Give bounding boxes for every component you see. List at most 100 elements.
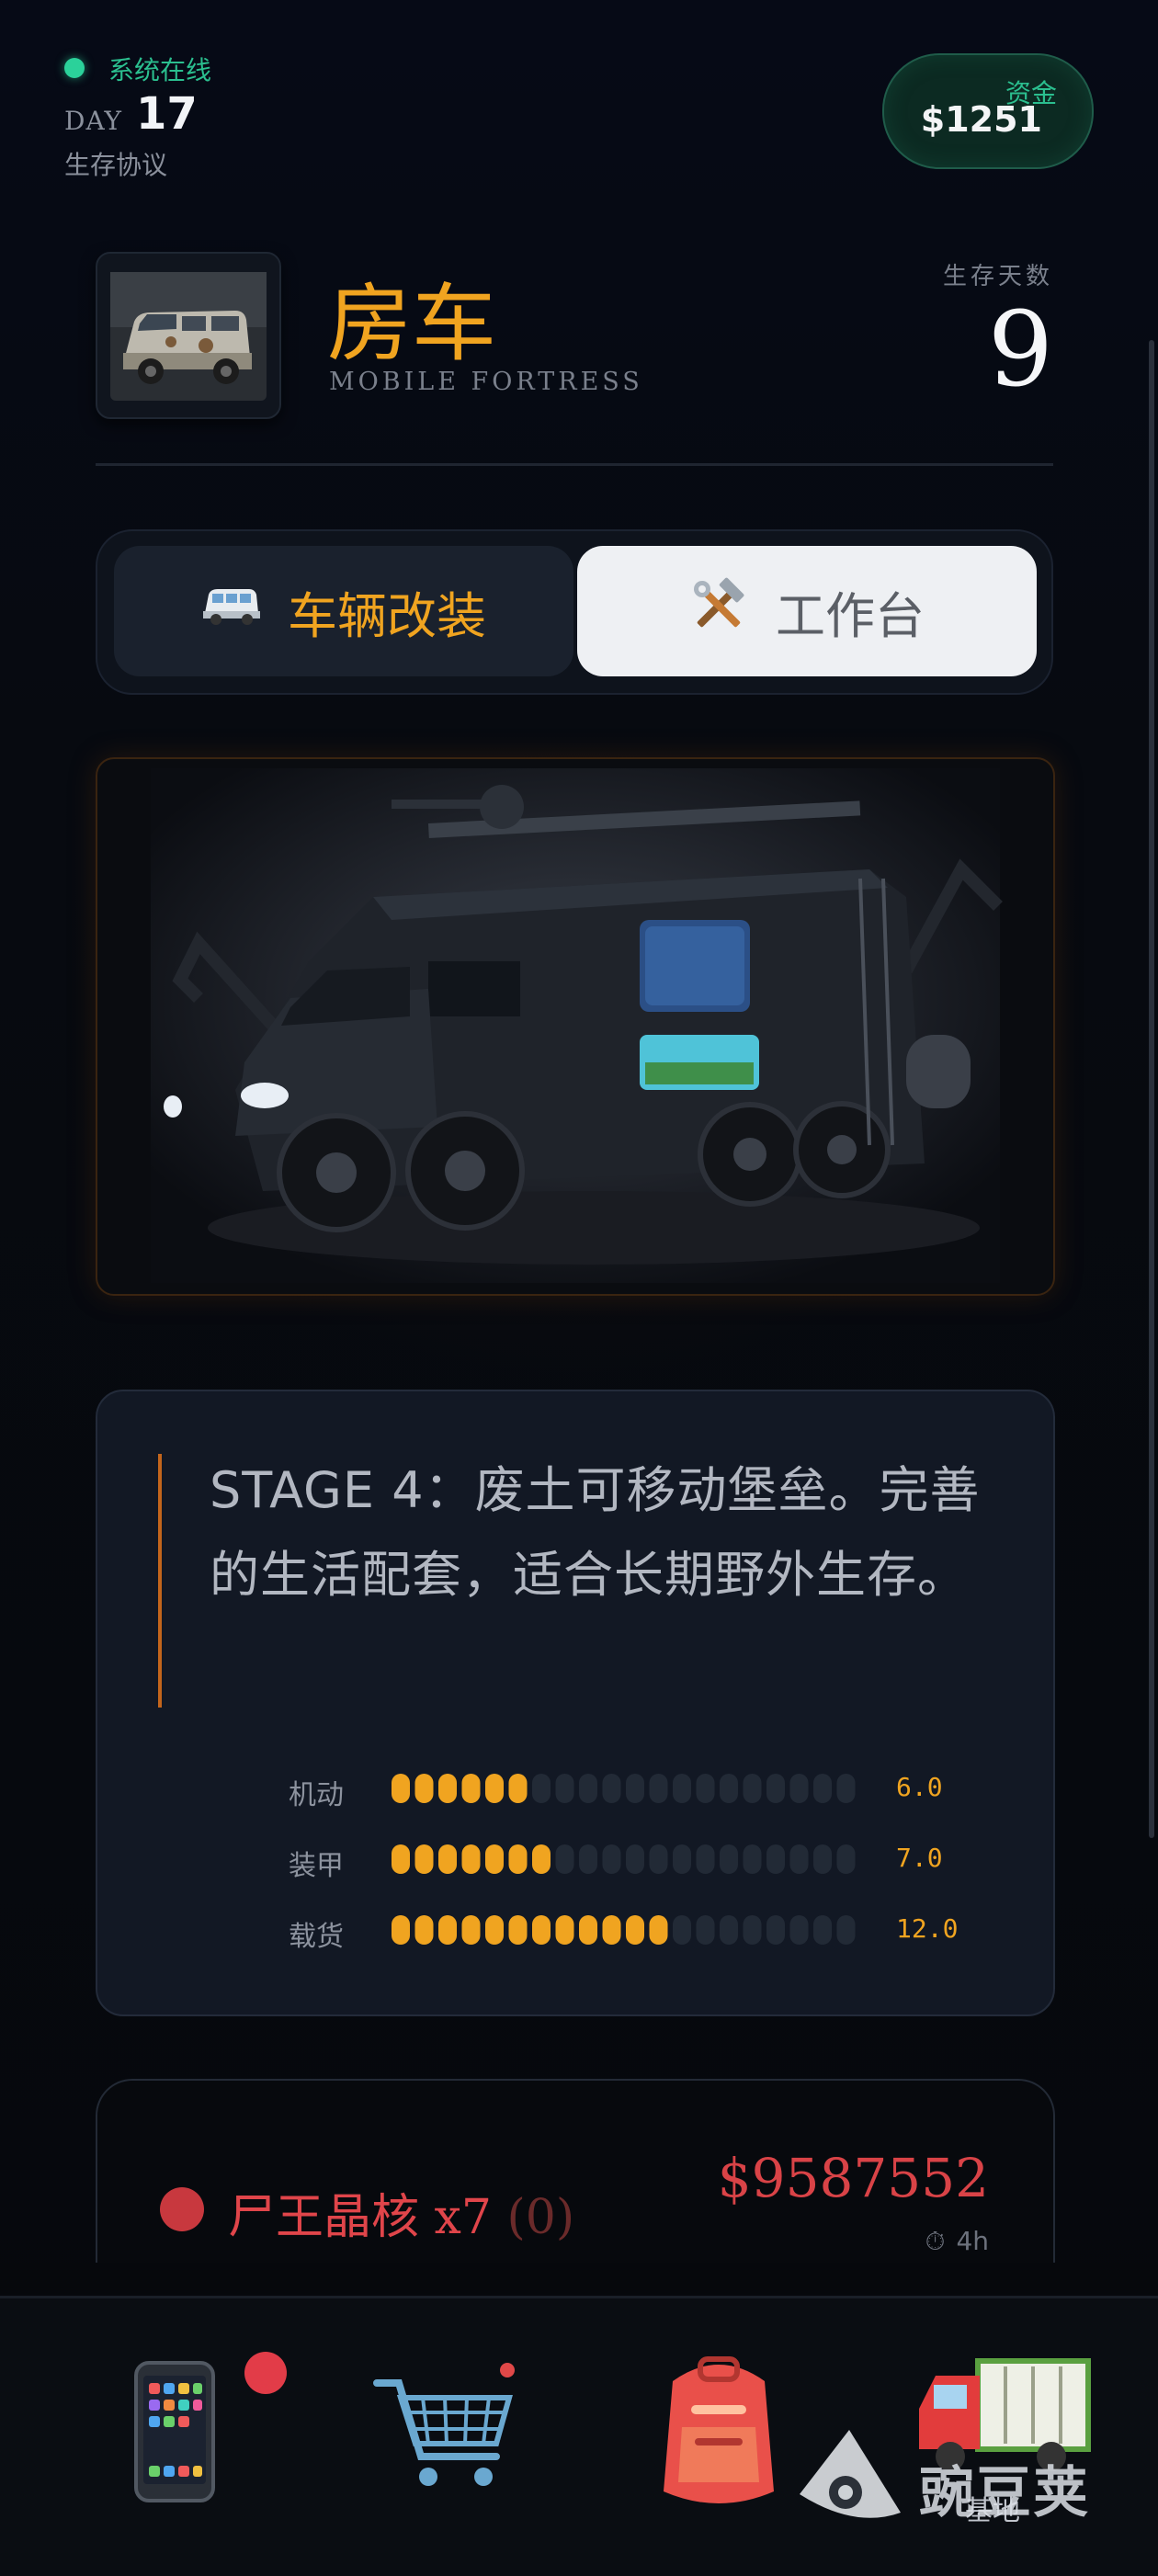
stat-segment-empty [836,1774,856,1803]
quote-accent-bar [158,1454,162,1708]
stat-segment-empty [720,1774,738,1803]
stat-label-armor: 装甲 [289,1850,344,1882]
day-label: DAY [64,106,123,136]
tab-workbench[interactable]: 工作台 [577,546,1037,676]
tab-vehicle-mod[interactable]: 车辆改装 [114,546,573,676]
stat-segment-filled [438,1774,457,1803]
stat-segment-filled [461,1915,481,1945]
stat-segment-filled [485,1844,504,1874]
stat-segment-filled [532,1844,551,1874]
vehicle-subtitle: MOBILE FORTRESS [329,368,643,396]
stat-value-cargo: 12.0 [896,1913,959,1944]
stat-segment-filled [392,1774,410,1803]
stat-segment-empty [743,1774,762,1803]
bounty-status-dot [160,2187,204,2231]
stat-segment-empty [579,1844,597,1874]
day-counter: 17 [136,88,198,140]
stat-segment-empty [789,1844,809,1874]
tab-vehicle-mod-label: 车辆改装 [288,586,486,645]
stat-segment-empty [696,1915,715,1945]
survival-days-value: 9 [987,290,1053,410]
stat-segment-filled [532,1915,551,1945]
stat-segment-filled [438,1844,457,1874]
bounty-price: $9587552 [717,2147,989,2209]
bottom-nav: 基地 [0,2296,1158,2576]
stat-segment-filled [649,1915,668,1945]
stat-segment-empty [626,1844,644,1874]
stat-segment-filled [414,1774,434,1803]
stat-segment-empty [836,1915,856,1945]
watermark-text: 豌豆荚 [919,2461,1090,2525]
stat-value-armor: 7.0 [896,1843,943,1873]
van-icon [201,585,260,637]
nav-base[interactable]: 基地 [886,2298,1158,2576]
stat-segment-filled [626,1915,644,1945]
stat-segment-filled [579,1915,597,1945]
stat-segment-empty [766,1915,785,1945]
stat-segment-empty [649,1844,668,1874]
stat-segment-empty [720,1915,738,1945]
stat-segment-filled [461,1844,481,1874]
stat-segment-filled [392,1844,410,1874]
stat-segment-filled [508,1915,528,1945]
stat-segment-filled [485,1774,504,1803]
stat-segment-empty [602,1774,621,1803]
watermark-logo-icon [790,2411,910,2531]
stat-bar-armor [392,1844,856,1874]
protocol-label: 生存协议 [64,150,168,180]
bounty-timer: ⏱ 4h [925,2226,989,2257]
notification-badge [244,2352,287,2394]
tab-bar: 车辆改装 工作台 [96,529,1053,695]
bounty-item-count: (0) [506,2190,575,2245]
vehicle-image-panel [96,757,1055,1296]
stat-segment-filled [508,1844,528,1874]
stat-segment-filled [461,1774,481,1803]
stat-segment-empty [673,1915,691,1945]
stat-segment-empty [743,1844,762,1874]
header-divider [96,463,1053,466]
stat-bar-mobility [392,1774,856,1803]
stat-value-mobility: 6.0 [896,1772,943,1802]
bounty-item-name: 尸王晶核 x7 [228,2190,492,2245]
stat-segment-empty [555,1774,574,1803]
vehicle-thumbnail[interactable] [96,252,281,419]
funds-value: $1251 [920,99,1042,140]
stat-segment-empty [626,1774,644,1803]
armored-rv-image [151,768,1003,1283]
stat-segment-filled [508,1774,528,1803]
stat-bar-cargo [392,1915,856,1945]
bounty-item: 尸王晶核 x7 (0) [228,2178,574,2247]
card-clip-mask [0,2263,1158,2296]
stat-segment-empty [673,1774,691,1803]
stat-segment-empty [743,1915,762,1945]
stat-segment-empty [789,1774,809,1803]
nav-shop[interactable] [312,2298,602,2576]
stat-segment-filled [555,1915,574,1945]
stat-segment-empty [813,1915,832,1945]
stat-segment-filled [438,1915,457,1945]
stat-segment-empty [720,1844,738,1874]
stat-segment-filled [414,1915,434,1945]
stat-segment-filled [602,1915,621,1945]
stat-segment-empty [532,1774,551,1803]
stat-segment-empty [696,1844,715,1874]
shopping-cart-icon [373,2363,515,2486]
stat-segment-empty [649,1774,668,1803]
phone-icon [134,2361,215,2502]
stat-label-cargo: 载货 [289,1921,344,1953]
online-status-dot [64,58,85,78]
survival-days-label: 生存天数 [942,263,1053,290]
scrollbar[interactable] [1149,340,1154,1838]
stat-segment-empty [602,1844,621,1874]
van-thumbnail-image [110,272,267,401]
vehicle-title: 房车 [327,275,497,373]
stat-segment-empty [813,1774,832,1803]
system-status-text: 系统在线 [108,55,212,85]
nav-phone[interactable] [26,2298,315,2576]
stat-segment-filled [414,1844,434,1874]
stat-segment-filled [485,1915,504,1945]
stat-segment-empty [555,1844,574,1874]
bounty-time-value: 4h [956,2226,989,2256]
stage-description: STAGE 4：废土可移动堡垒。完善的生活配套，适合长期野外生存。 [210,1461,981,1604]
stopwatch-icon: ⏱ [925,2226,946,2256]
